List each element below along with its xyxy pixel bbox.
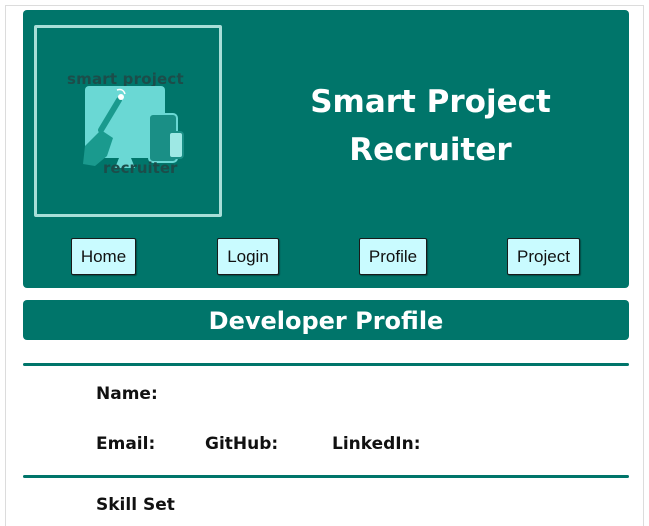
nav-profile-button[interactable]: Profile bbox=[359, 238, 427, 275]
page-heading: Developer Profile bbox=[23, 300, 629, 340]
logo-bottom-text: recruiter bbox=[103, 159, 178, 177]
nav-project-button[interactable]: Project bbox=[507, 238, 580, 275]
divider bbox=[23, 475, 629, 478]
nav-home-button[interactable]: Home bbox=[71, 238, 136, 275]
email-label: Email: bbox=[96, 434, 156, 454]
site-title: Smart Project Recruiter bbox=[253, 78, 608, 174]
nav-login-button[interactable]: Login bbox=[217, 238, 279, 275]
linkedin-label: LinkedIn: bbox=[332, 434, 421, 454]
site-title-line2: Recruiter bbox=[349, 132, 512, 168]
site-header: smart project recruiter Smart Project Re… bbox=[23, 10, 629, 288]
skill-set-heading: Skill Set bbox=[96, 495, 175, 515]
divider bbox=[23, 363, 629, 366]
site-title-line1: Smart Project bbox=[310, 84, 551, 120]
name-label: Name: bbox=[96, 384, 158, 404]
github-label: GitHub: bbox=[205, 434, 279, 454]
logo: smart project recruiter bbox=[34, 25, 222, 217]
